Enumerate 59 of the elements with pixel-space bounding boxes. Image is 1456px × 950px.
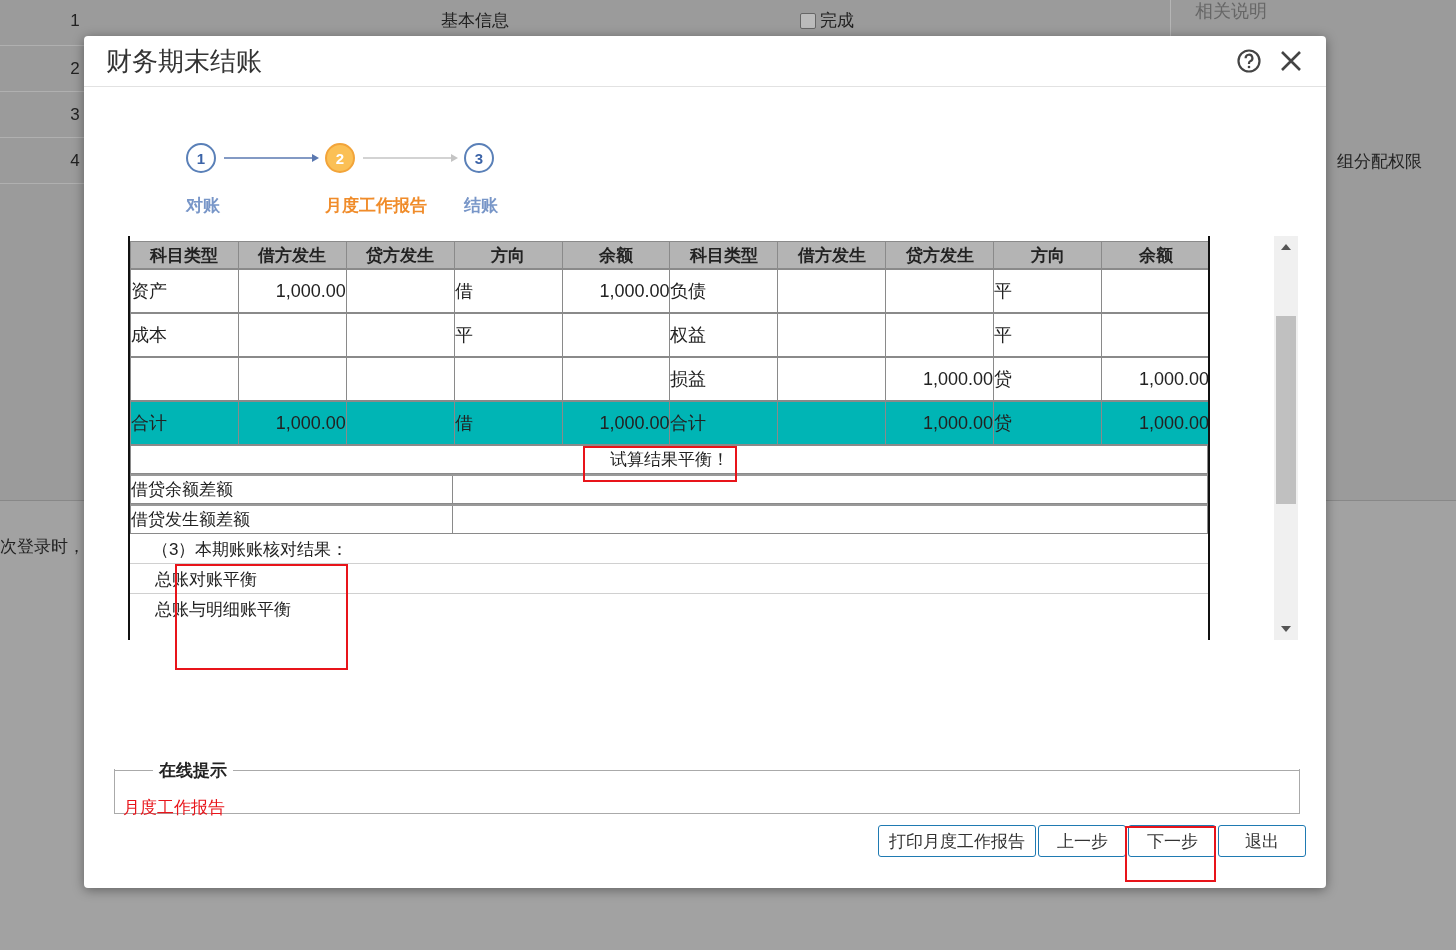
table-cell: 1,000.00 <box>562 401 670 445</box>
scrollbar[interactable] <box>1274 236 1298 640</box>
check-heading: （3）本期账账核对结果： <box>152 540 349 559</box>
step-label: 月度工作报告 <box>325 195 428 217</box>
column-header: 方向 <box>993 241 1102 269</box>
table-cell: 1,000.00 <box>562 269 670 313</box>
table-cell: 成本 <box>130 313 239 357</box>
column-header: 科目类型 <box>130 241 239 269</box>
checkbox[interactable] <box>800 12 816 29</box>
table-cell: 借 <box>454 401 563 445</box>
table-cell: 负债 <box>669 269 778 313</box>
step-label: 对账 <box>186 195 221 217</box>
table-cell: 合计 <box>669 401 778 445</box>
note-text: 次登录时， <box>0 537 85 556</box>
scroll-down-icon <box>1281 626 1291 632</box>
panel-text: 组分配权限 <box>1337 151 1422 173</box>
hint-text: 月度工作报告 <box>123 797 225 819</box>
column-header: 贷方发生 <box>885 241 994 269</box>
column-header: 借方发生 <box>777 241 886 269</box>
table-cell: 1,000.00 <box>1101 401 1208 445</box>
table-cell: 平 <box>993 313 1102 357</box>
step-number: 2 <box>325 143 355 173</box>
row-number: 2 <box>69 58 81 79</box>
column-header: 贷方发生 <box>346 241 455 269</box>
column-header: 方向 <box>454 241 563 269</box>
column-header: 余额 <box>1101 241 1208 269</box>
dialog-button[interactable]: 上一步 <box>1038 825 1126 857</box>
table-cell: 合计 <box>130 401 239 445</box>
difference-label: 借贷发生额差额 <box>131 506 453 533</box>
step-number: 1 <box>186 143 216 173</box>
hint-title: 在线提示 <box>158 760 228 782</box>
column-header: 借方发生 <box>238 241 347 269</box>
table-cell: 1,000.00 <box>885 401 994 445</box>
table-cell: 平 <box>993 269 1102 313</box>
table-cell: 资产 <box>130 269 239 313</box>
table-cell: 借 <box>454 269 563 313</box>
table-cell: 1,000.00 <box>238 401 347 445</box>
row-number: 3 <box>69 104 81 125</box>
row-number: 4 <box>69 150 81 171</box>
checkbox-label: 完成 <box>820 10 854 32</box>
table-cell: 平 <box>454 313 563 357</box>
dialog-button[interactable]: 下一步 <box>1128 825 1216 857</box>
step-number: 3 <box>464 143 494 173</box>
scroll-up-icon <box>1281 244 1291 250</box>
dialog-button[interactable]: 打印月度工作报告 <box>878 825 1036 857</box>
result-text: 试算结果平衡！ <box>609 449 729 471</box>
table-cell: 1,000.00 <box>238 269 347 313</box>
table-cell: 权益 <box>669 313 778 357</box>
step-label: 结账 <box>464 195 499 217</box>
column-header: 科目类型 <box>669 241 778 269</box>
difference-label: 借贷余额差额 <box>131 476 453 503</box>
help-icon[interactable] <box>1236 48 1262 74</box>
dialog-title: 财务期末结账 <box>106 44 263 78</box>
dialog-button[interactable]: 退出 <box>1218 825 1306 857</box>
row-title: 基本信息 <box>440 10 510 32</box>
column-header: 余额 <box>562 241 670 269</box>
row-number: 1 <box>69 10 81 31</box>
scroll-thumb[interactable] <box>1276 316 1296 504</box>
table-cell: 贷 <box>993 401 1102 445</box>
